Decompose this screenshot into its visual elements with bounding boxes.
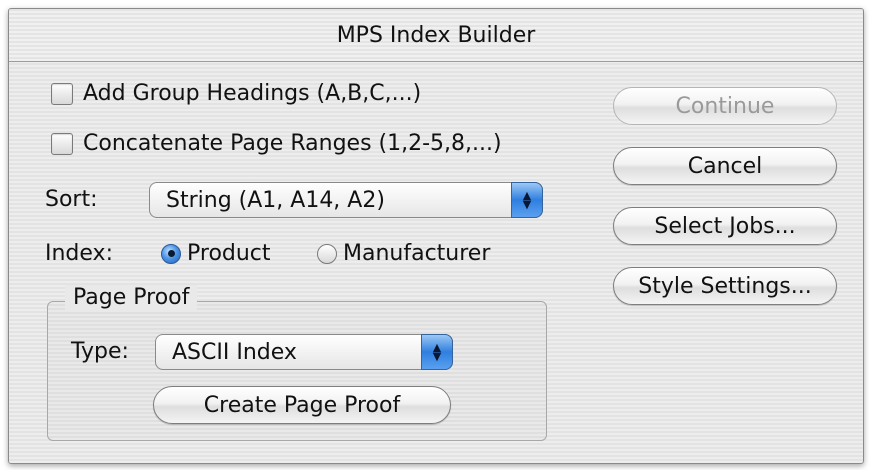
concatenate-checkbox[interactable] — [51, 132, 73, 155]
page-proof-title: Page Proof — [65, 285, 198, 310]
create-page-proof-button[interactable]: Create Page Proof — [153, 386, 451, 424]
continue-button[interactable]: Continue — [613, 87, 837, 125]
concatenate-label: Concatenate Page Ranges (1,2-5,8,...) — [83, 131, 502, 156]
sort-select[interactable]: String (A1, A14, A2) ▲ ▼ — [149, 182, 543, 218]
group-headings-option[interactable]: Add Group Headings (A,B,C,...) — [51, 81, 421, 106]
radio-product-label: Product — [187, 241, 271, 266]
title-bar[interactable]: MPS Index Builder — [9, 9, 863, 62]
radio-product[interactable] — [161, 243, 181, 264]
group-headings-label: Add Group Headings (A,B,C,...) — [83, 81, 422, 106]
type-value: ASCII Index — [172, 339, 297, 365]
window-title: MPS Index Builder — [336, 22, 536, 48]
dialog-window: MPS Index Builder Add Group Headings (A,… — [8, 8, 864, 464]
radio-manufacturer-option[interactable]: Manufacturer — [317, 241, 490, 266]
concatenate-option[interactable]: Concatenate Page Ranges (1,2-5,8,...) — [51, 131, 502, 156]
type-label: Type: — [71, 339, 129, 364]
style-settings-button[interactable]: Style Settings... — [613, 267, 837, 305]
radio-manufacturer-label: Manufacturer — [343, 241, 491, 266]
radio-product-option[interactable]: Product — [161, 241, 271, 266]
select-jobs-button[interactable]: Select Jobs... — [613, 207, 837, 245]
popup-arrows-icon: ▲ ▼ — [421, 334, 453, 370]
radio-manufacturer[interactable] — [317, 243, 337, 264]
sort-value: String (A1, A14, A2) — [166, 187, 385, 213]
popup-arrows-icon: ▲ ▼ — [511, 182, 543, 218]
cancel-button[interactable]: Cancel — [613, 147, 837, 185]
group-headings-checkbox[interactable] — [51, 82, 73, 105]
sort-label: Sort: — [45, 187, 98, 212]
type-select[interactable]: ASCII Index ▲ ▼ — [155, 334, 453, 370]
index-label: Index: — [45, 241, 113, 266]
